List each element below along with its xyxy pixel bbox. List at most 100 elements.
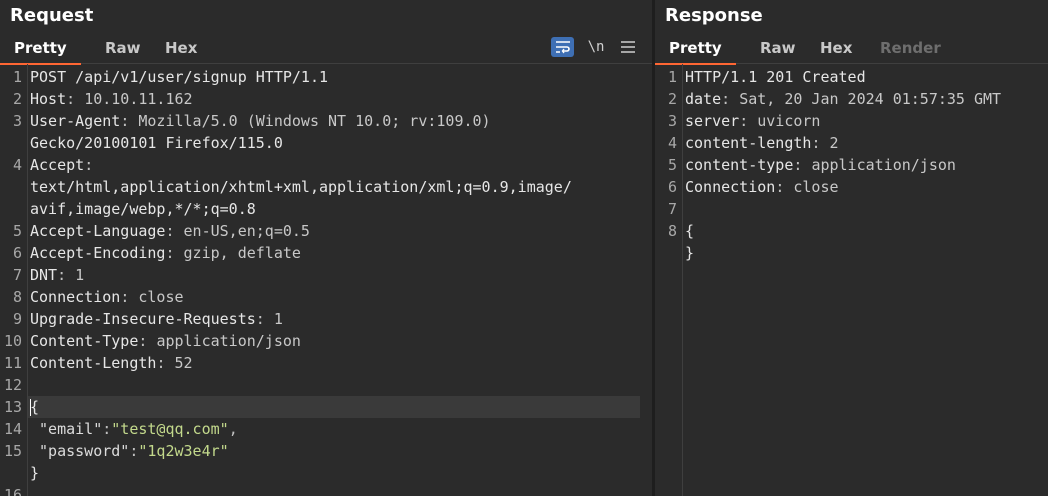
line-number: 14	[3, 420, 22, 438]
line-content: {	[685, 220, 694, 242]
line-number: 3	[667, 112, 677, 130]
header-name: Upgrade-Insecure-Requests	[30, 310, 256, 328]
header-name: Content-Type	[30, 332, 139, 350]
menu-icon[interactable]	[619, 36, 637, 58]
line-content: Accept-Language: en-US,en;q=0.5	[30, 220, 310, 242]
request-pane: Request Pretty Raw Hex \n 1 POST /api/v1/…	[0, 0, 652, 496]
header-separator: :	[120, 112, 139, 130]
response-line: 3 server: uvicorn	[655, 110, 1048, 132]
request-line: 5 Accept-Language: en-US,en;q=0.5	[0, 220, 652, 242]
line-content: content-length: 2	[685, 132, 839, 154]
line-number: 7	[12, 266, 22, 284]
header-separator: :	[84, 156, 103, 174]
line-text: Gecko/20100101 Firefox/115.0	[30, 134, 283, 152]
header-separator: :	[57, 266, 76, 284]
line-content: }	[30, 462, 39, 484]
json-string: "test@qq.com"	[111, 420, 229, 438]
request-line: text/html,application/xhtml+xml,applicat…	[0, 176, 652, 198]
request-line: 9 Upgrade-Insecure-Requests: 1	[0, 308, 652, 330]
response-tab-render[interactable]: Render	[880, 36, 941, 64]
header-name: server	[685, 112, 740, 130]
line-text: HTTP/1.1 201 Created	[685, 68, 866, 86]
request-line: 10 Content-Type: application/json	[0, 330, 652, 352]
header-value: en-US,en;q=0.5	[183, 222, 310, 240]
header-separator: :	[793, 156, 812, 174]
response-editor[interactable]: 1 HTTP/1.1 201 Created 2 date: Sat, 20 Jan …	[655, 64, 1048, 496]
line-number: 5	[12, 222, 22, 240]
line-content: "password":"1q2w3e4r"	[30, 440, 229, 462]
json-key: "password"	[39, 442, 130, 460]
request-tab-pretty[interactable]: Pretty	[0, 36, 81, 65]
line-number: 8	[12, 288, 22, 306]
wrap-lines-icon[interactable]	[551, 37, 574, 57]
line-content: server: uvicorn	[685, 110, 820, 132]
line-content: Host: 10.10.11.162	[30, 88, 193, 110]
response-line: 7	[655, 198, 1048, 220]
request-tab-hex[interactable]: Hex	[165, 36, 197, 64]
request-line: 1 POST /api/v1/user/signup HTTP/1.1	[0, 66, 652, 88]
line-number: 12	[3, 376, 22, 394]
line-content: }	[685, 242, 694, 264]
line-content: Gecko/20100101 Firefox/115.0	[30, 132, 283, 154]
header-name: User-Agent	[30, 112, 121, 130]
response-tab-pretty[interactable]: Pretty	[655, 36, 736, 65]
request-line: 13 {	[0, 396, 652, 418]
request-line: 15 "password":"1q2w3e4r"	[0, 440, 652, 462]
header-separator: :	[66, 90, 85, 108]
line-number: 13	[3, 398, 22, 416]
line-text: text/html,application/xhtml+xml,applicat…	[30, 178, 572, 196]
request-editor[interactable]: 1 POST /api/v1/user/signup HTTP/1.1 2 Host:…	[0, 64, 652, 496]
line-number: 7	[667, 200, 677, 218]
response-tab-raw[interactable]: Raw	[760, 36, 796, 64]
header-value: 10.10.11.162	[84, 90, 193, 108]
response-tab-hex[interactable]: Hex	[820, 36, 852, 64]
response-line: 2 date: Sat, 20 Jan 2024 01:57:35 GMT	[655, 88, 1048, 110]
request-line: 7 DNT: 1	[0, 264, 652, 286]
line-text: {	[30, 398, 40, 416]
line-text: {	[685, 222, 695, 240]
header-name: DNT	[30, 266, 58, 284]
line-number: 1	[12, 68, 22, 86]
line-number: 6	[12, 244, 22, 262]
header-separator: :	[811, 134, 830, 152]
line-content: Connection: close	[30, 286, 184, 308]
line-content: User-Agent: Mozilla/5.0 (Windows NT 10.0…	[30, 110, 491, 132]
line-number: 1	[667, 68, 677, 86]
line-content: Connection: close	[685, 176, 839, 198]
request-line: 8 Connection: close	[0, 286, 652, 308]
response-line: }	[655, 242, 1048, 264]
line-content: Accept:	[30, 154, 102, 176]
header-separator: :	[120, 288, 139, 306]
request-line: 3 User-Agent: Mozilla/5.0 (Windows NT 10.…	[0, 110, 652, 132]
header-value: close	[138, 288, 184, 306]
response-tabs: Pretty Raw Hex Render	[655, 36, 1048, 65]
json-comma: ,	[228, 420, 238, 438]
header-name: Accept-Encoding	[30, 244, 166, 262]
request-line: 2 Host: 10.10.11.162	[0, 88, 652, 110]
header-value: application/json	[156, 332, 301, 350]
header-name: Accept-Language	[30, 222, 166, 240]
header-separator: :	[165, 222, 184, 240]
line-text: avif,image/webp,*/*;q=0.8	[30, 200, 256, 218]
header-name: content-length	[685, 134, 812, 152]
header-name: Host	[30, 90, 67, 108]
response-line: 8{	[655, 220, 1048, 242]
request-line: 16	[0, 484, 652, 496]
header-name: Accept	[30, 156, 85, 174]
line-number: 6	[667, 178, 677, 196]
line-number: 10	[3, 332, 22, 350]
header-value: close	[793, 178, 839, 196]
request-tab-raw[interactable]: Raw	[105, 36, 141, 64]
header-name: content-type	[685, 156, 794, 174]
header-value: 2	[829, 134, 839, 152]
line-content: text/html,application/xhtml+xml,applicat…	[30, 176, 572, 198]
line-content: Accept-Encoding: gzip, deflate	[30, 242, 301, 264]
request-line: 4 Accept:	[0, 154, 652, 176]
header-separator: :	[156, 354, 175, 372]
request-line: }	[0, 462, 652, 484]
json-colon: :	[102, 420, 112, 438]
current-line-highlight	[28, 396, 640, 418]
line-content: HTTP/1.1 201 Created	[685, 66, 866, 88]
newline-toggle-icon[interactable]: \n	[586, 36, 606, 58]
